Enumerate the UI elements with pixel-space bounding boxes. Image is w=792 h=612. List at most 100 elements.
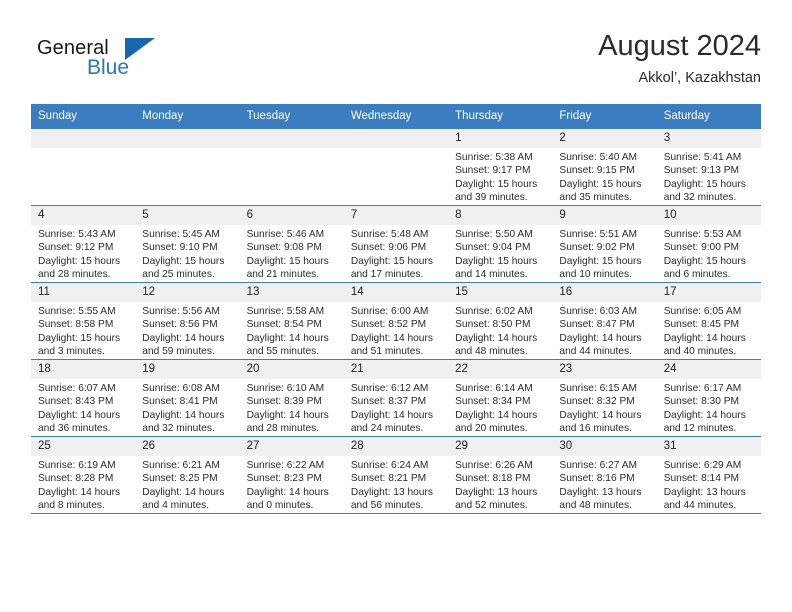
day-detail-line: Daylight: 15 hours	[559, 255, 642, 267]
calendar-day-cell[interactable]: 5 Sunrise: 5:45 AM Sunset: 9:10 PM Daylight…	[135, 205, 240, 283]
day-detail-line: Sunset: 8:43 PM	[38, 396, 114, 408]
day-number: 7	[343, 206, 449, 225]
calendar-day-cell[interactable]: 15 Sunrise: 6:02 AM Sunset: 8:50 PM Dayligh…	[448, 282, 553, 360]
day-detail-line: Daylight: 13 hours	[559, 486, 642, 498]
calendar-day-cell[interactable]: 19 Sunrise: 6:08 AM Sunset: 8:41 PM Dayligh…	[135, 359, 240, 437]
day-detail-line: and 0 minutes.	[246, 500, 314, 512]
brand-logo[interactable]: General Blue	[31, 36, 231, 92]
day-detail-line: Sunrise: 5:43 AM	[38, 229, 116, 240]
day-number: 26	[135, 437, 240, 456]
calendar-day-cell[interactable]: 23 Sunrise: 6:15 AM Sunset: 8:32 PM Dayligh…	[552, 359, 657, 437]
calendar-day-cell[interactable]: 6 Sunrise: 5:46 AM Sunset: 9:08 PM Daylight…	[239, 205, 344, 283]
day-detail-line: Daylight: 14 hours	[38, 486, 121, 498]
day-detail-line: Daylight: 15 hours	[663, 178, 746, 190]
calendar-day-cell[interactable]: 17 Sunrise: 6:05 AM Sunset: 8:45 PM Dayligh…	[656, 282, 761, 360]
calendar-day-cell[interactable]: 26 Sunrise: 6:21 AM Sunset: 8:25 PM Dayligh…	[135, 436, 240, 514]
day-number: 10	[656, 206, 761, 225]
weekday-header-thursday: Thursday	[448, 104, 553, 129]
calendar-day-cell[interactable]: 31 Sunrise: 6:29 AM Sunset: 8:14 PM Dayligh…	[656, 436, 761, 514]
calendar-day-cell[interactable]: 28 Sunrise: 6:24 AM Sunset: 8:21 PM Dayligh…	[343, 436, 449, 514]
calendar-day-cell[interactable]: 21 Sunrise: 6:12 AM Sunset: 8:37 PM Dayligh…	[343, 359, 449, 437]
day-detail-line: and 28 minutes.	[38, 269, 111, 281]
day-detail-line: and 48 minutes.	[559, 500, 632, 512]
day-detail-line: Daylight: 15 hours	[455, 178, 538, 190]
day-number: 25	[31, 437, 136, 456]
day-detail-line: Daylight: 14 hours	[142, 332, 225, 344]
day-details: Sunrise: 6:19 AM Sunset: 8:28 PM Daylight:…	[31, 456, 135, 513]
day-detail-line: Sunrise: 6:27 AM	[559, 460, 637, 471]
day-detail-line: Sunrise: 5:46 AM	[246, 229, 325, 240]
day-number: 12	[135, 283, 240, 302]
calendar-day-cell[interactable]: 9 Sunrise: 5:51 AM Sunset: 9:02 PM Daylight…	[552, 205, 657, 283]
day-detail-line: Sunset: 8:58 PM	[38, 319, 114, 331]
calendar-day-cell[interactable]: 29 Sunrise: 6:26 AM Sunset: 8:18 PM Dayligh…	[448, 436, 553, 514]
page-header: General Blue August 2024 Akkol’, Kazakhs…	[31, 28, 761, 96]
day-detail-line: Daylight: 14 hours	[559, 409, 642, 421]
calendar-day-cell[interactable]: 11 Sunrise: 5:55 AM Sunset: 8:58 PM Dayligh…	[31, 282, 136, 360]
weekday-header-sunday: Sunday	[31, 104, 136, 129]
day-details: Sunrise: 6:08 AM Sunset: 8:41 PM Daylight:…	[135, 379, 239, 436]
day-details: Sunrise: 6:27 AM Sunset: 8:16 PM Daylight:…	[552, 456, 656, 513]
day-detail-line: Daylight: 14 hours	[246, 332, 329, 344]
day-number: 23	[552, 360, 657, 379]
day-number: 13	[239, 283, 344, 302]
day-details: Sunrise: 6:15 AM Sunset: 8:32 PM Daylight:…	[552, 379, 656, 436]
weekday-header-monday: Monday	[135, 104, 240, 129]
calendar-day-cell[interactable]: 20 Sunrise: 6:10 AM Sunset: 8:39 PM Dayligh…	[239, 359, 344, 437]
calendar-day-cell[interactable]: 3 Sunrise: 5:41 AM Sunset: 9:13 PM Daylight…	[656, 128, 761, 206]
day-detail-line: Daylight: 14 hours	[663, 332, 746, 344]
day-detail-line: and 36 minutes.	[38, 423, 111, 435]
calendar-day-cell[interactable]: 10 Sunrise: 5:53 AM Sunset: 9:00 PM Dayligh…	[656, 205, 761, 283]
day-detail-line: and 40 minutes.	[663, 346, 737, 358]
weekday-header-friday: Friday	[552, 104, 657, 129]
day-number: 16	[552, 283, 657, 302]
calendar-day-cell[interactable]: 8 Sunrise: 5:50 AM Sunset: 9:04 PM Daylight…	[448, 205, 553, 283]
day-detail-line: Daylight: 14 hours	[559, 332, 642, 344]
calendar-week-row: 11 Sunrise: 5:55 AM Sunset: 8:58 PM Dayligh…	[31, 282, 761, 360]
day-number: 18	[31, 360, 136, 379]
day-detail-line: and 25 minutes.	[142, 269, 215, 281]
day-detail-line: Sunset: 8:21 PM	[350, 473, 427, 485]
calendar-day-cell[interactable]: 25 Sunrise: 6:19 AM Sunset: 8:28 PM Dayligh…	[31, 436, 136, 514]
calendar-day-cell[interactable]: 2 Sunrise: 5:40 AM Sunset: 9:15 PM Daylight…	[552, 128, 657, 206]
day-detail-line: Sunset: 8:34 PM	[455, 396, 531, 408]
day-details: Sunrise: 6:26 AM Sunset: 8:18 PM Daylight:…	[448, 456, 552, 513]
day-detail-line: and 21 minutes.	[246, 269, 320, 281]
day-details: Sunrise: 6:14 AM Sunset: 8:34 PM Daylight:…	[448, 379, 552, 436]
day-number: 15	[448, 283, 553, 302]
day-number: 17	[656, 283, 761, 302]
calendar-day-cell[interactable]: 30 Sunrise: 6:27 AM Sunset: 8:16 PM Dayligh…	[552, 436, 657, 514]
day-detail-line: Daylight: 13 hours	[350, 486, 433, 498]
day-number	[31, 129, 136, 148]
day-number: 8	[448, 206, 553, 225]
calendar-day-cell[interactable]: 16 Sunrise: 6:03 AM Sunset: 8:47 PM Dayligh…	[552, 282, 657, 360]
calendar-day-cell[interactable]: 12 Sunrise: 5:56 AM Sunset: 8:56 PM Dayligh…	[135, 282, 240, 360]
day-detail-line: Daylight: 15 hours	[246, 255, 329, 267]
day-detail-line: Sunrise: 6:00 AM	[350, 306, 429, 317]
day-details: Sunrise: 5:43 AM Sunset: 9:12 PM Daylight:…	[31, 225, 135, 282]
calendar-day-cell[interactable]: 7 Sunrise: 5:48 AM Sunset: 9:06 PM Daylight…	[343, 205, 449, 283]
day-details: Sunrise: 6:12 AM Sunset: 8:37 PM Daylight:…	[344, 379, 448, 436]
weekday-header-row: Sunday Monday Tuesday Wednesday Thursday Frid…	[31, 104, 761, 129]
day-details: Sunrise: 6:03 AM Sunset: 8:47 PM Daylight:…	[552, 302, 656, 359]
day-number: 24	[656, 360, 761, 379]
day-detail-line: and 32 minutes.	[663, 192, 737, 204]
day-detail-line: Sunset: 8:28 PM	[38, 473, 114, 485]
calendar-day-cell[interactable]: 1 Sunrise: 5:38 AM Sunset: 9:17 PM Daylight…	[448, 128, 553, 206]
calendar-day-cell[interactable]: 14 Sunrise: 6:00 AM Sunset: 8:52 PM Dayligh…	[343, 282, 449, 360]
calendar-day-cell[interactable]: 27 Sunrise: 6:22 AM Sunset: 8:23 PM Dayligh…	[239, 436, 344, 514]
day-number: 6	[239, 206, 344, 225]
day-detail-line: Sunset: 8:41 PM	[142, 396, 218, 408]
calendar-day-cell[interactable]: 24 Sunrise: 6:17 AM Sunset: 8:30 PM Dayligh…	[656, 359, 761, 437]
calendar-day-cell[interactable]: 18 Sunrise: 6:07 AM Sunset: 8:43 PM Dayligh…	[31, 359, 136, 437]
calendar-day-cell[interactable]: 4 Sunrise: 5:43 AM Sunset: 9:12 PM Daylight…	[31, 205, 136, 283]
day-detail-line: and 39 minutes.	[455, 192, 528, 204]
day-detail-line: and 20 minutes.	[455, 423, 528, 435]
day-detail-line: Daylight: 15 hours	[38, 332, 121, 344]
day-detail-line: Daylight: 13 hours	[455, 486, 538, 498]
calendar-day-cell[interactable]: 13 Sunrise: 5:58 AM Sunset: 8:54 PM Dayligh…	[239, 282, 344, 360]
day-detail-line: and 16 minutes.	[559, 423, 632, 435]
day-number: 4	[31, 206, 136, 225]
calendar-day-cell[interactable]: 22 Sunrise: 6:14 AM Sunset: 8:34 PM Dayligh…	[448, 359, 553, 437]
day-details: Sunrise: 6:00 AM Sunset: 8:52 PM Daylight:…	[344, 302, 448, 359]
